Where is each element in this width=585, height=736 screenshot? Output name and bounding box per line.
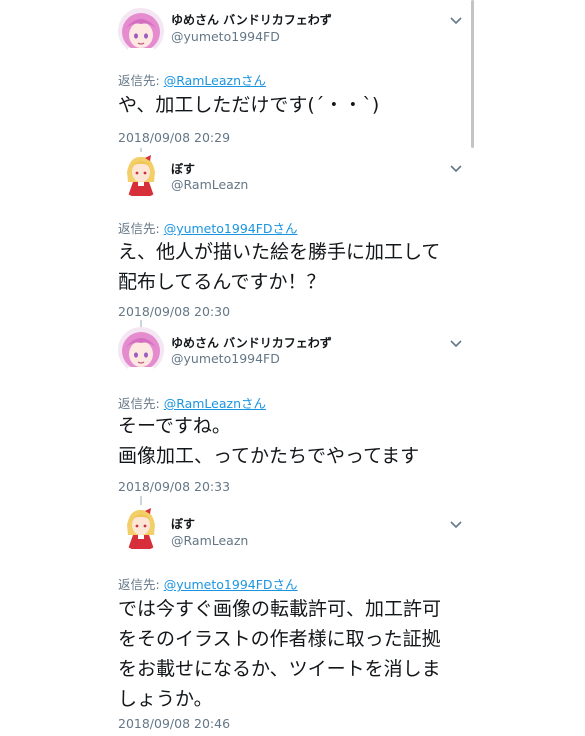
timestamp[interactable]: 2018/09/08 20:29 <box>118 130 230 145</box>
blonde-red-dress-girl-avatar-icon <box>118 152 164 198</box>
tweet-text: え、他人が描いた絵を勝手に加工して 配布してるんですか！？ <box>118 241 441 293</box>
purple-hair-girl-avatar-icon <box>118 327 164 373</box>
timestamp[interactable]: 2018/09/08 20:33 <box>118 479 230 494</box>
reply-prefix: 返信先: <box>118 73 164 88</box>
tweet-text: や、加工しただけです(´・・`) <box>118 94 380 116</box>
blonde-red-dress-girl-avatar-icon <box>118 505 164 551</box>
tweet-text: そーですね。 画像加工、ってかたちでやってます <box>118 415 420 467</box>
reply-to: 返信先: @yumeto1994FDさん <box>118 218 298 237</box>
display-name[interactable]: ゆめさん バンドリカフェわず <box>171 11 332 28</box>
chevron-down-icon[interactable] <box>449 339 463 349</box>
avatar[interactable] <box>118 327 164 373</box>
reply-to: 返信先: @yumeto1994FDさん <box>118 574 298 593</box>
reply-prefix: 返信先: <box>118 221 164 236</box>
avatar[interactable] <box>118 505 164 551</box>
display-name[interactable]: ぼす <box>171 515 195 532</box>
chevron-down-icon[interactable] <box>449 164 463 174</box>
chevron-down-icon[interactable] <box>449 520 463 530</box>
user-handle[interactable]: @RamLeazn <box>171 533 248 548</box>
display-name[interactable]: ぼす <box>171 160 195 177</box>
reply-to-link[interactable]: @yumeto1994FDさん <box>164 221 298 236</box>
user-handle[interactable]: @yumeto1994FD <box>171 351 280 366</box>
display-name[interactable]: ゆめさん バンドリカフェわず <box>171 334 332 351</box>
reply-prefix: 返信先: <box>118 577 164 592</box>
user-handle[interactable]: @RamLeazn <box>171 177 248 192</box>
avatar[interactable] <box>118 8 164 54</box>
scrollbar[interactable] <box>471 0 474 148</box>
reply-to-link[interactable]: @RamLeaznさん <box>164 73 266 88</box>
purple-hair-girl-avatar-icon <box>118 8 164 54</box>
reply-to: 返信先: @RamLeaznさん <box>118 70 266 89</box>
avatar[interactable] <box>118 152 164 198</box>
reply-prefix: 返信先: <box>118 396 164 411</box>
chevron-down-icon[interactable] <box>449 16 463 26</box>
user-handle[interactable]: @yumeto1994FD <box>171 29 280 44</box>
timestamp[interactable]: 2018/09/08 20:46 <box>118 716 230 731</box>
reply-to: 返信先: @RamLeaznさん <box>118 393 266 412</box>
reply-to-link[interactable]: @yumeto1994FDさん <box>164 577 298 592</box>
tweet-text: では今すぐ画像の転載許可、加工許可 をそのイラストの作者様に取った証拠 をお載せ… <box>118 598 442 710</box>
timestamp[interactable]: 2018/09/08 20:30 <box>118 304 230 319</box>
reply-to-link[interactable]: @RamLeaznさん <box>164 396 266 411</box>
